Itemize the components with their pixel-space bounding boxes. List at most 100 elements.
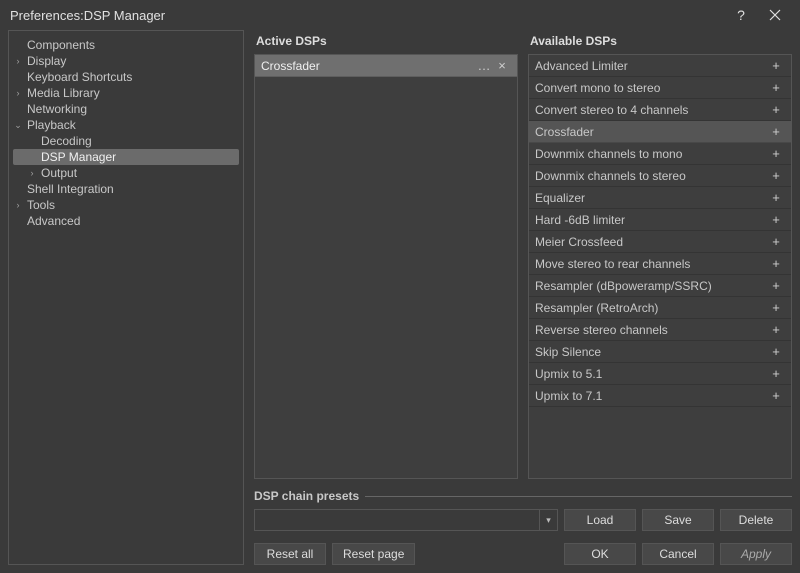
list-item-label: Equalizer: [535, 191, 767, 205]
tree-item-label: Decoding: [39, 133, 94, 149]
add-icon[interactable]: +: [767, 211, 785, 229]
tree-item[interactable]: ›Media Library: [13, 85, 239, 101]
list-item-label: Crossfader: [535, 125, 767, 139]
list-item[interactable]: Downmix channels to mono+: [529, 143, 791, 165]
tree-item[interactable]: Networking: [13, 101, 239, 117]
tree-elbow: [27, 149, 37, 165]
tree-item[interactable]: Shell Integration: [13, 181, 239, 197]
save-button[interactable]: Save: [642, 509, 714, 531]
add-icon[interactable]: +: [767, 343, 785, 361]
close-button[interactable]: [758, 1, 792, 29]
list-item-label: Reverse stereo channels: [535, 323, 767, 337]
list-item-label: Resampler (dBpoweramp/SSRC): [535, 279, 767, 293]
tree-elbow: [13, 101, 23, 117]
available-dsps-title: Available DSPs: [528, 30, 792, 54]
tree-item[interactable]: ⌄Playback: [13, 117, 239, 133]
active-dsps-title: Active DSPs: [254, 30, 518, 54]
add-icon[interactable]: +: [767, 365, 785, 383]
list-item[interactable]: Upmix to 5.1+: [529, 363, 791, 385]
list-item[interactable]: Crossfader+: [529, 121, 791, 143]
list-item-label: Downmix channels to mono: [535, 147, 767, 161]
tree-item[interactable]: Components: [13, 37, 239, 53]
chevron-right-icon[interactable]: ›: [13, 88, 23, 98]
add-icon[interactable]: +: [767, 277, 785, 295]
add-icon[interactable]: +: [767, 123, 785, 141]
delete-button[interactable]: Delete: [720, 509, 792, 531]
list-item[interactable]: Crossfader…×: [255, 55, 517, 77]
add-icon[interactable]: +: [767, 321, 785, 339]
load-button[interactable]: Load: [564, 509, 636, 531]
list-item-label: Crossfader: [261, 59, 475, 73]
list-item[interactable]: Downmix channels to stereo+: [529, 165, 791, 187]
tree-item[interactable]: ›Output: [13, 165, 239, 181]
list-item-label: Upmix to 5.1: [535, 367, 767, 381]
list-item[interactable]: Resampler (dBpoweramp/SSRC)+: [529, 275, 791, 297]
add-icon[interactable]: +: [767, 255, 785, 273]
list-item[interactable]: Upmix to 7.1+: [529, 385, 791, 407]
list-item[interactable]: Convert stereo to 4 channels+: [529, 99, 791, 121]
tree-elbow: [13, 181, 23, 197]
presets-title: DSP chain presets: [254, 489, 359, 503]
active-dsps-list[interactable]: Crossfader…×: [254, 54, 518, 479]
add-icon[interactable]: +: [767, 167, 785, 185]
list-item-label: Resampler (RetroArch): [535, 301, 767, 315]
tree-item[interactable]: Keyboard Shortcuts: [13, 69, 239, 85]
tree-item[interactable]: Decoding: [13, 133, 239, 149]
list-item[interactable]: Convert mono to stereo+: [529, 77, 791, 99]
list-item[interactable]: Advanced Limiter+: [529, 55, 791, 77]
tree-item-label: Display: [25, 53, 68, 69]
list-item-label: Hard -6dB limiter: [535, 213, 767, 227]
list-item-label: Move stereo to rear channels: [535, 257, 767, 271]
tree-item[interactable]: Advanced: [13, 213, 239, 229]
cancel-button[interactable]: Cancel: [642, 543, 714, 565]
tree-item-label: Networking: [25, 101, 89, 117]
tree-item-label: Components: [25, 37, 97, 53]
window-title-page: DSP Manager: [84, 8, 165, 23]
tree-elbow: [13, 37, 23, 53]
chevron-right-icon[interactable]: ›: [13, 56, 23, 66]
tree-item[interactable]: ›Display: [13, 53, 239, 69]
tree-item-label: Media Library: [25, 85, 102, 101]
titlebar: Preferences: DSP Manager ?: [0, 0, 800, 30]
available-dsps-list[interactable]: Advanced Limiter+Convert mono to stereo+…: [528, 54, 792, 479]
tree-item[interactable]: DSP Manager: [13, 149, 239, 165]
chevron-down-icon: ▾: [539, 510, 557, 530]
chevron-right-icon[interactable]: ›: [27, 168, 37, 178]
list-item-label: Meier Crossfeed: [535, 235, 767, 249]
add-icon[interactable]: +: [767, 145, 785, 163]
reset-page-button[interactable]: Reset page: [332, 543, 415, 565]
tree-item-label: Output: [39, 165, 79, 181]
list-item[interactable]: Move stereo to rear channels+: [529, 253, 791, 275]
tree-elbow: [13, 213, 23, 229]
list-item[interactable]: Hard -6dB limiter+: [529, 209, 791, 231]
remove-icon[interactable]: ×: [493, 57, 511, 75]
tree-item[interactable]: ›Tools: [13, 197, 239, 213]
help-button[interactable]: ?: [724, 1, 758, 29]
tree-elbow: [27, 133, 37, 149]
preferences-tree[interactable]: Components›Display Keyboard Shortcuts›Me…: [8, 30, 244, 565]
list-item-label: Upmix to 7.1: [535, 389, 767, 403]
list-item-label: Convert mono to stereo: [535, 81, 767, 95]
list-item[interactable]: Skip Silence+: [529, 341, 791, 363]
apply-button[interactable]: Apply: [720, 543, 792, 565]
presets-combo[interactable]: ▾: [254, 509, 558, 531]
add-icon[interactable]: +: [767, 189, 785, 207]
ok-button[interactable]: OK: [564, 543, 636, 565]
reset-all-button[interactable]: Reset all: [254, 543, 326, 565]
list-item[interactable]: Resampler (RetroArch)+: [529, 297, 791, 319]
add-icon[interactable]: +: [767, 233, 785, 251]
add-icon[interactable]: +: [767, 387, 785, 405]
tree-item-label: Tools: [25, 197, 57, 213]
list-item[interactable]: Meier Crossfeed+: [529, 231, 791, 253]
tree-item-label: Advanced: [25, 213, 82, 229]
configure-icon[interactable]: …: [475, 57, 493, 75]
chevron-right-icon[interactable]: ›: [13, 200, 23, 210]
list-item-label: Downmix channels to stereo: [535, 169, 767, 183]
list-item[interactable]: Equalizer+: [529, 187, 791, 209]
add-icon[interactable]: +: [767, 299, 785, 317]
add-icon[interactable]: +: [767, 57, 785, 75]
add-icon[interactable]: +: [767, 79, 785, 97]
list-item[interactable]: Reverse stereo channels+: [529, 319, 791, 341]
add-icon[interactable]: +: [767, 101, 785, 119]
chevron-down-icon[interactable]: ⌄: [13, 120, 23, 130]
